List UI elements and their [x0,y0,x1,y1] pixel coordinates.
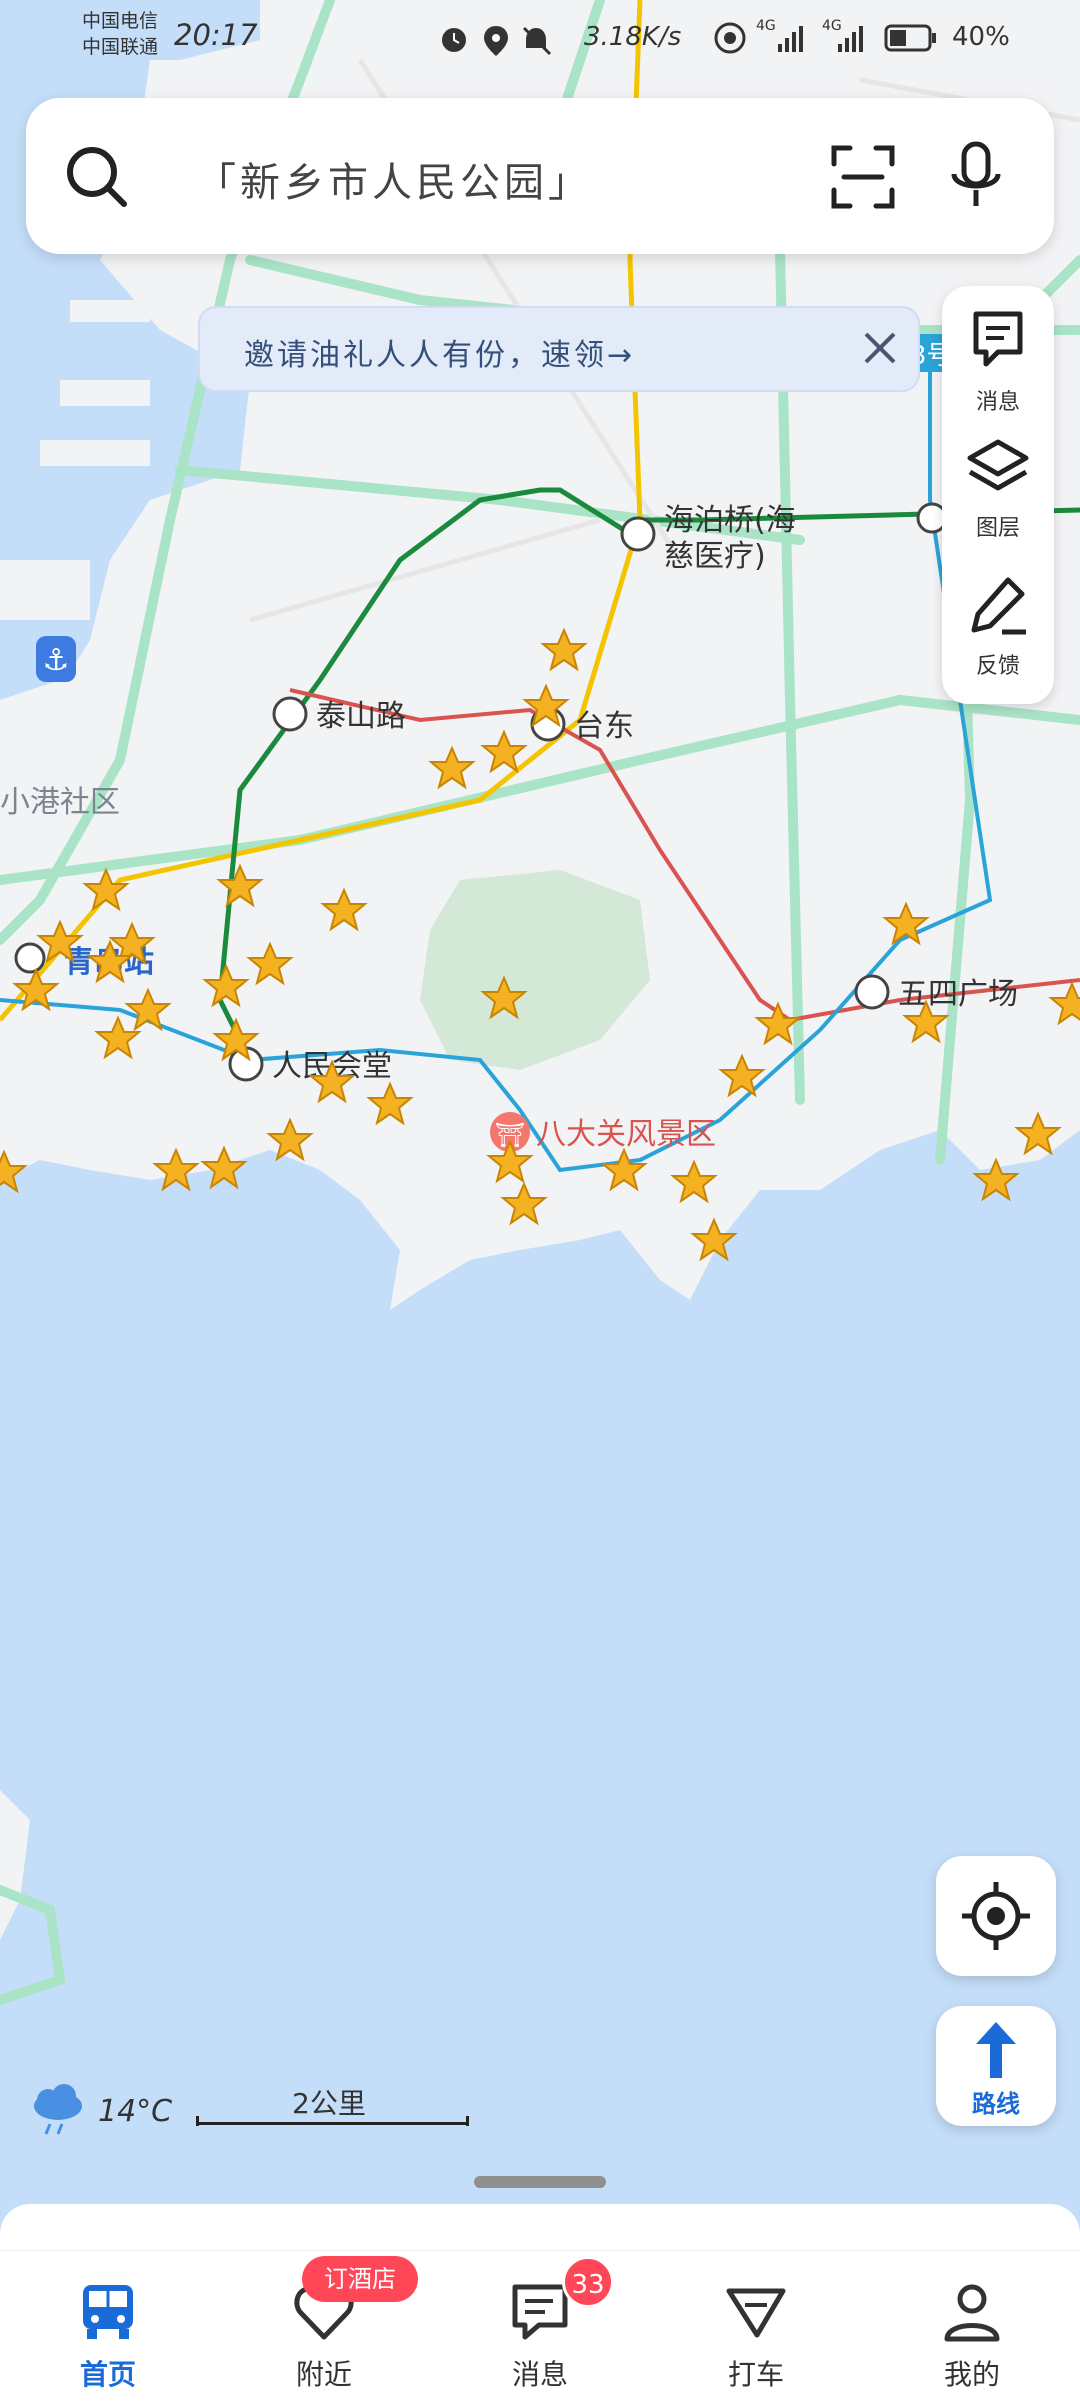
side-message-label: 消息 [975,390,1020,415]
search-bar[interactable]: 「新乡市人民公园」 [26,98,1054,254]
scale-tick-right [466,2116,469,2126]
side-layers-label: 图层 [975,516,1020,541]
map-label-taishan[interactable]: 泰山路 [316,699,406,734]
bus-icon [83,2285,133,2339]
cloud-rain-icon [34,2084,82,2135]
layers-icon [967,439,1029,491]
bottom-sheet[interactable] [0,2204,1080,2254]
microphone-icon[interactable] [946,140,1006,214]
locate-crosshair-icon [962,1882,1030,1950]
side-feedback-button[interactable]: 反馈 [942,564,1054,694]
map-label-xiaogang[interactable]: 小港社区 [0,785,120,820]
search-input[interactable]: 「新乡市人民公园」 [196,150,592,208]
mute-bell-icon [522,26,552,56]
tab-messages[interactable]: 消息 [432,2251,648,2401]
carrier-1: 中国电信 [82,10,159,32]
side-layers-button[interactable]: 图层 [942,426,1054,556]
promo-banner-text[interactable]: 邀请油礼人人有份，速领→ [244,330,635,374]
temperature: 14°C [98,2094,173,2129]
tab-profile-label: 我的 [943,2358,1000,2391]
close-icon[interactable] [860,328,900,368]
route-button[interactable]: 路线 [936,2006,1056,2126]
location-icon [484,26,508,56]
profile-icon [944,2284,1000,2342]
side-feedback-label: 反馈 [975,654,1020,679]
bottom-tab-bar: 首页 附近 消息 打车 我的 [0,2250,1080,2401]
map-label-wusi[interactable]: 五四广场 [898,977,1018,1012]
hotel-promo-badge[interactable]: 订酒店 [302,2256,418,2302]
map-label-haibo-2: 慈医疗) [664,539,766,574]
search-icon[interactable] [62,142,132,212]
signal-2-tag: 4G [822,18,842,34]
battery-percent: 40% [952,22,1010,52]
tab-nearby-label: 附近 [295,2358,352,2391]
tab-home[interactable]: 首页 [0,2251,216,2401]
message-count-badge: 33 [562,2256,614,2308]
tab-profile[interactable]: 我的 [864,2251,1080,2401]
scale-label: 2公里 [292,2087,366,2120]
tab-taxi-label: 打车 [727,2358,784,2391]
sheet-drag-handle[interactable] [474,2176,606,2188]
locate-button[interactable] [936,1856,1056,1976]
status-icons [442,26,552,56]
scale-tick-left [196,2116,199,2126]
map-tool-panel: 消息 图层 反馈 [942,286,1054,704]
route-label: 路线 [972,2090,1020,2118]
tab-home-label: 首页 [79,2358,136,2391]
signal-bars-1-icon [778,26,803,52]
map-scale: 2公里 [196,2082,470,2132]
tab-taxi[interactable]: 打车 [648,2251,864,2401]
status-time: 20:17 [174,18,258,52]
carrier-2: 中国联通 [82,36,159,58]
map-label-taidong[interactable]: 台东 [574,709,634,744]
carrier-info: 中国电信 中国联通 [82,8,158,60]
tab-messages-label: 消息 [511,2358,568,2391]
hotspot-icon [714,22,746,54]
network-speed: 3.18K/s [584,22,682,52]
map-label-badaguan[interactable]: 八大关风景区 [536,1117,716,1152]
signal-icons: 4G 4G [714,18,936,54]
battery-icon [884,24,936,52]
alarm-icon [442,28,466,52]
signal-1-tag: 4G [756,18,776,34]
route-arrow-icon [976,2022,1016,2078]
status-bar: 中国电信 中国联通 20:17 3.18K/s 4G 4G 40% [0,0,1080,80]
taxi-icon [726,2288,786,2338]
message-icon [973,311,1023,367]
feedback-pen-icon [971,577,1026,635]
side-message-button[interactable]: 消息 [942,292,1054,422]
anchor-icon: ⚓ [43,643,70,678]
scale-line [196,2122,468,2125]
map-label-haibo[interactable]: 海泊桥(海 [664,503,796,538]
promo-banner[interactable]: 邀请油礼人人有份，速领→ [198,306,920,392]
scan-icon[interactable] [830,144,896,210]
